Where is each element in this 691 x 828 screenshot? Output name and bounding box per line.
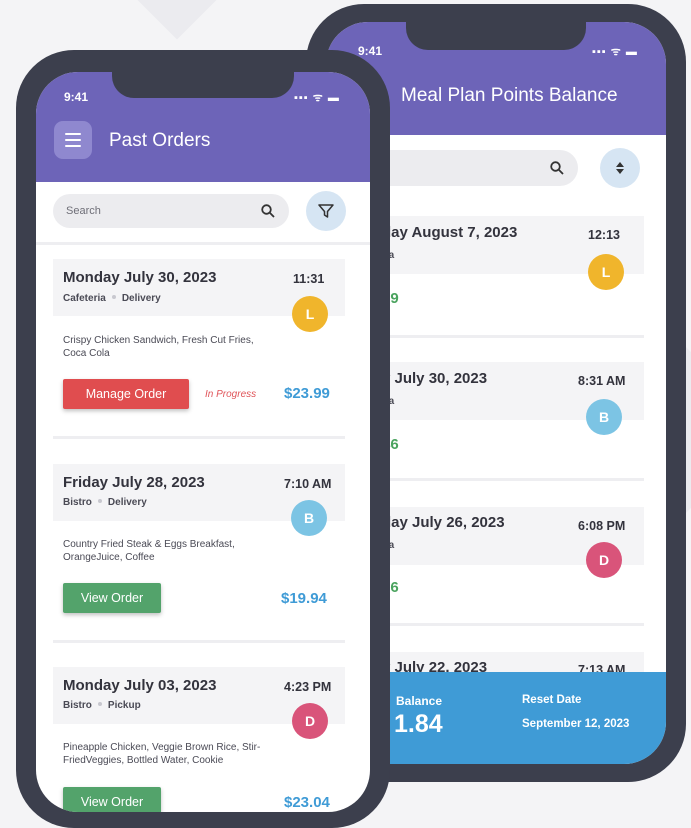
order-items: Pineapple Chicken, Veggie Brown Rice, St…: [63, 742, 261, 766]
avatar: L: [292, 296, 328, 332]
order-time: 4:23 PM: [284, 680, 332, 694]
order-mode: Pickup: [107, 700, 141, 711]
order-mode: Delivery: [121, 293, 161, 304]
order-meta: Bistro Delivery: [63, 497, 147, 508]
order-price: $23.99: [284, 385, 330, 402]
order-price: $23.04: [284, 794, 330, 811]
page-title: Past Orders: [109, 130, 211, 151]
order-mode: Delivery: [107, 497, 147, 508]
page-title: Meal Plan Points Balance: [401, 85, 618, 106]
avatar: D: [586, 542, 622, 578]
entry-date: y July 30, 2023: [382, 370, 488, 387]
search-placeholder: Search: [66, 205, 101, 217]
search-icon[interactable]: [261, 204, 275, 218]
avatar: L: [588, 254, 624, 290]
sort-button[interactable]: [600, 148, 640, 188]
avatar: D: [292, 703, 328, 739]
front-phone: 9:41 ▪▪▪ ᯤ ▬ Past Orders Search Monday J…: [16, 50, 390, 828]
manage-order-button[interactable]: Manage Order: [63, 379, 189, 409]
notch: [112, 72, 294, 98]
search-icon[interactable]: [550, 161, 564, 175]
status-time: 9:41: [358, 44, 383, 58]
filter-icon: [318, 204, 334, 218]
order-meta: Bistro Pickup: [63, 700, 141, 711]
balance-value: 1.84: [394, 710, 443, 738]
order-location: Cafeteria: [63, 293, 106, 304]
filter-button[interactable]: [306, 191, 346, 231]
divider: [36, 242, 370, 245]
search-input[interactable]: Search: [53, 194, 289, 228]
entry-date: day August 7, 2023: [382, 224, 518, 241]
order-date: Monday July 03, 2023: [63, 677, 217, 694]
menu-button[interactable]: [54, 121, 92, 159]
entry-time: 12:13: [588, 228, 620, 242]
order-location: Bistro: [63, 497, 92, 508]
reset-date-value: September 12, 2023: [522, 718, 630, 730]
divider: [53, 640, 345, 643]
view-order-button[interactable]: View Order: [63, 787, 161, 812]
status-icons: ▪▪▪ ᯤ ▬: [294, 92, 340, 104]
entry-time: 6:08 PM: [578, 519, 626, 533]
order-price: $19.94: [281, 590, 327, 607]
avatar: B: [291, 500, 327, 536]
view-order-button[interactable]: View Order: [63, 583, 161, 613]
balance-label: Balance: [396, 694, 443, 708]
front-phone-screen: 9:41 ▪▪▪ ᯤ ▬ Past Orders Search Monday J…: [36, 72, 370, 812]
order-status: In Progress: [205, 389, 257, 400]
avatar: B: [586, 399, 622, 435]
order-date: Monday July 30, 2023: [63, 269, 217, 286]
status-time: 9:41: [64, 90, 89, 104]
order-time: 11:31: [293, 272, 325, 286]
sort-icon: [616, 162, 624, 174]
reset-date-label: Reset Date: [522, 694, 582, 706]
entry-time: 8:31 AM: [578, 374, 626, 388]
divider: [53, 436, 345, 439]
order-items: Crispy Chicken Sandwich, Fresh Cut Fries…: [63, 335, 254, 359]
entry-date: day July 26, 2023: [382, 514, 505, 531]
order-time: 7:10 AM: [284, 477, 332, 491]
order-items: Country Fried Steak & Eggs Breakfast, Or…: [63, 539, 235, 563]
order-location: Bistro: [63, 700, 92, 711]
background-shape: [120, 0, 220, 40]
notch: [406, 22, 586, 50]
order-meta: Cafeteria Delivery: [63, 293, 161, 304]
menu-icon: [65, 133, 81, 135]
status-icons: ▪▪▪ ᯤ ▬: [592, 46, 638, 58]
order-date: Friday July 28, 2023: [63, 474, 205, 491]
